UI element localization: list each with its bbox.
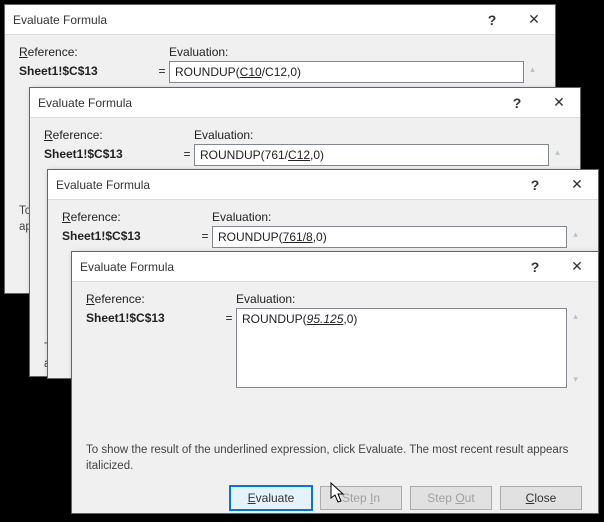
equals-sign: = [180, 144, 194, 161]
evaluation-label: Evaluation: [194, 128, 566, 142]
help-icon[interactable]: ? [471, 5, 513, 35]
close-icon[interactable]: ✕ [556, 170, 598, 200]
close-icon[interactable]: ✕ [556, 252, 598, 282]
dialog-title: Evaluate Formula [48, 178, 514, 192]
evaluation-label: Evaluation: [236, 292, 584, 306]
scroll-up-icon[interactable]: ▴ [567, 308, 584, 325]
reference-value: Sheet1!$C$13 [44, 144, 180, 161]
titlebar[interactable]: Evaluate Formula ? ✕ [5, 5, 555, 35]
evaluation-label: Evaluation: [212, 210, 584, 224]
help-icon[interactable]: ? [496, 88, 538, 118]
help-icon[interactable]: ? [514, 170, 556, 200]
equals-sign: = [155, 61, 169, 78]
equals-sign: = [222, 308, 236, 325]
reference-value: Sheet1!$C$13 [62, 226, 198, 243]
dialog-title: Evaluate Formula [72, 260, 514, 274]
help-icon[interactable]: ? [514, 252, 556, 282]
close-icon[interactable]: ✕ [538, 88, 580, 118]
dialog-title: Evaluate Formula [5, 13, 471, 27]
dialog-title: Evaluate Formula [30, 96, 496, 110]
scrollbar[interactable]: ▴ [524, 61, 541, 83]
close-icon[interactable]: ✕ [513, 5, 555, 35]
scrollbar[interactable]: ▴ [567, 226, 584, 248]
close-button[interactable]: Close [500, 486, 582, 510]
equals-sign: = [198, 226, 212, 243]
evaluation-box[interactable]: ROUNDUP(95.125,0) [236, 308, 567, 388]
reference-label: Reference: [62, 210, 212, 224]
titlebar[interactable]: Evaluate Formula ? ✕ [72, 252, 598, 282]
reference-value: Sheet1!$C$13 [86, 308, 222, 325]
evaluation-box[interactable]: ROUNDUP(761/8,0) [212, 226, 567, 248]
reference-label: Reference: [19, 45, 169, 59]
evaluation-label: Evaluation: [169, 45, 541, 59]
scroll-up-icon[interactable]: ▴ [524, 61, 541, 78]
scroll-up-icon[interactable]: ▴ [567, 226, 584, 243]
scrollbar[interactable]: ▴ ▾ [567, 308, 584, 388]
hint-text: To show the result of the underlined exp… [86, 442, 584, 474]
evaluation-box[interactable]: ROUNDUP(C10/C12,0) [169, 61, 524, 83]
scroll-up-icon[interactable]: ▴ [549, 144, 566, 161]
step-in-button: Step In [320, 486, 402, 510]
scroll-down-icon[interactable]: ▾ [567, 371, 584, 388]
reference-label: Reference: [86, 292, 236, 306]
button-row: Evaluate Step In Step Out Close [86, 486, 584, 510]
titlebar[interactable]: Evaluate Formula ? ✕ [48, 170, 598, 200]
reference-label: Reference: [44, 128, 194, 142]
reference-value: Sheet1!$C$13 [19, 61, 155, 78]
evaluate-button[interactable]: Evaluate [230, 486, 312, 510]
evaluate-formula-dialog-4: Evaluate Formula ? ✕ Reference: Evaluati… [71, 251, 599, 514]
step-out-button: Step Out [410, 486, 492, 510]
evaluation-box[interactable]: ROUNDUP(761/C12,0) [194, 144, 549, 166]
titlebar[interactable]: Evaluate Formula ? ✕ [30, 88, 580, 118]
scrollbar[interactable]: ▴ [549, 144, 566, 166]
